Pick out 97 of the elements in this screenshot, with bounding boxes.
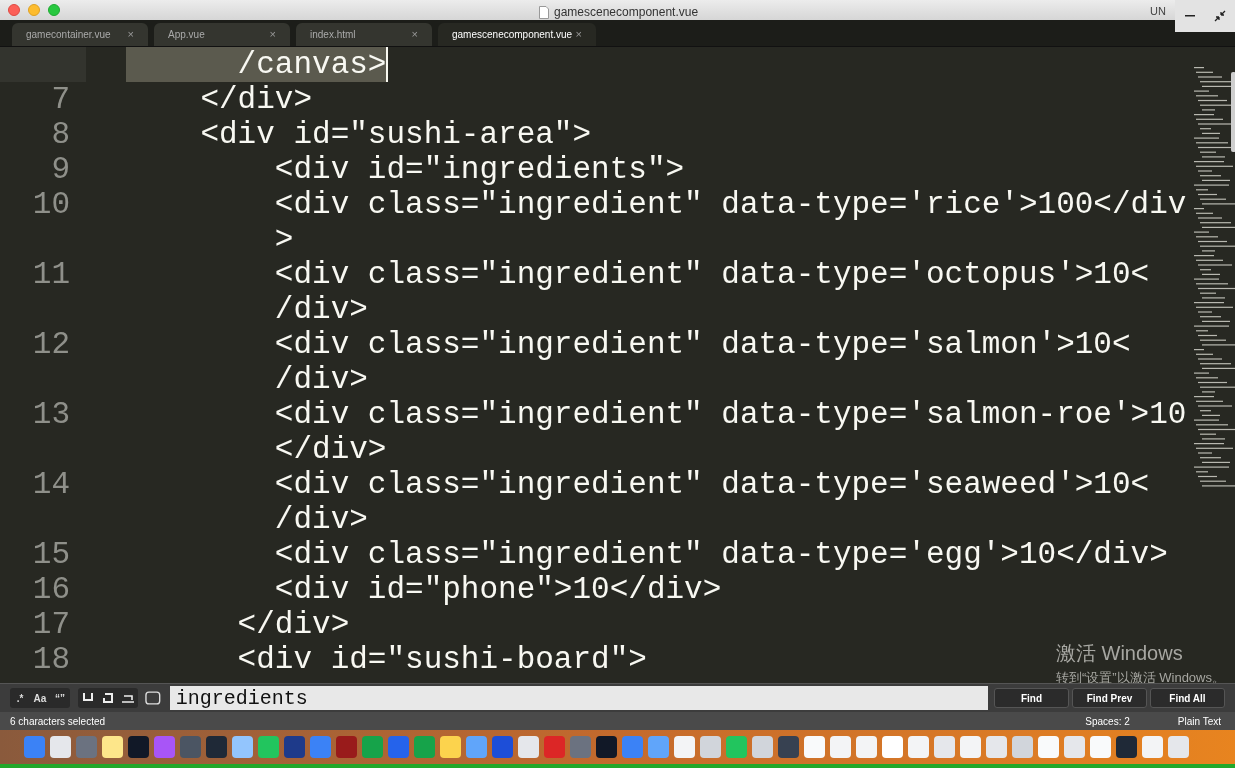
- app-icon[interactable]: [908, 736, 929, 758]
- code-line: </div>: [273, 432, 387, 467]
- app-icon[interactable]: [1064, 736, 1085, 758]
- app-icon[interactable]: [362, 736, 383, 758]
- line-number: 8: [51, 117, 70, 152]
- app-icon[interactable]: [934, 736, 955, 758]
- find-button[interactable]: Find: [994, 688, 1069, 708]
- tab-label: App.vue: [168, 28, 205, 42]
- code-line: <div class="ingredient" data-type='salmon'>10<: [273, 327, 1131, 362]
- indentation-status[interactable]: Spaces: 2: [1085, 713, 1130, 729]
- minimize-icon[interactable]: [1184, 14, 1196, 18]
- code-line: /div>: [273, 292, 368, 327]
- code-line: /div>: [273, 502, 368, 537]
- app-icon[interactable]: [466, 736, 487, 758]
- code-line: </div>: [199, 82, 313, 117]
- line-number: 12: [32, 327, 70, 362]
- app-icon[interactable]: [206, 736, 227, 758]
- app-icon[interactable]: [1012, 736, 1033, 758]
- app-icon[interactable]: [232, 736, 253, 758]
- line-number: 7: [51, 82, 70, 117]
- code-line: <div id="ingredients">: [273, 152, 685, 187]
- code-line: <div class="ingredient" data-type='octopus'>10<: [273, 257, 1150, 292]
- app-icon[interactable]: [102, 736, 123, 758]
- code-line: <div class="ingredient" data-type='egg'>10</div>: [273, 537, 1168, 572]
- app-icon[interactable]: [700, 736, 721, 758]
- app-icon[interactable]: [1116, 736, 1137, 758]
- find-button[interactable]: Find All: [1150, 688, 1225, 708]
- code-line: <div class="ingredient" data-type='seaweed'>10<: [273, 467, 1150, 502]
- app-icon[interactable]: [778, 736, 799, 758]
- tab-label: gamecontainer.vue: [26, 28, 111, 42]
- app-icon[interactable]: [882, 736, 903, 758]
- line-number: 17: [32, 607, 70, 642]
- code-line: <div id="phone">10</div>: [273, 572, 722, 607]
- app-icon[interactable]: [1038, 736, 1059, 758]
- app-icon[interactable]: [24, 736, 45, 758]
- tab-close-button[interactable]: ×: [127, 26, 134, 43]
- file-icon: [539, 5, 549, 19]
- app-icon[interactable]: [50, 736, 71, 758]
- file-tab[interactable]: index.html ×: [296, 23, 432, 46]
- tab-close-button[interactable]: ×: [575, 26, 582, 43]
- app-icon[interactable]: [674, 736, 695, 758]
- code-line: >: [273, 222, 294, 257]
- app-icon[interactable]: [830, 736, 851, 758]
- find-option-button[interactable]: Aa: [30, 688, 50, 708]
- tab-close-button[interactable]: ×: [411, 26, 418, 43]
- restore-icon[interactable]: [1214, 10, 1226, 22]
- app-icon[interactable]: [960, 736, 981, 758]
- line-number: 10: [32, 187, 70, 222]
- app-icon[interactable]: [284, 736, 305, 758]
- highlight-icon[interactable]: [144, 689, 162, 707]
- app-icon[interactable]: [518, 736, 539, 758]
- app-icon[interactable]: [1168, 736, 1189, 758]
- app-icon[interactable]: [752, 736, 773, 758]
- app-icon[interactable]: [336, 736, 357, 758]
- line-number: 14: [32, 467, 70, 502]
- line-number: 16: [32, 572, 70, 607]
- file-tab[interactable]: gamescenecomponent.vue ×: [438, 23, 596, 46]
- app-icon[interactable]: [1090, 736, 1111, 758]
- selection-status: 6 characters selected: [10, 714, 106, 729]
- file-tab[interactable]: App.vue ×: [154, 23, 290, 46]
- window-title: gamescenecomponent.vue: [554, 4, 699, 21]
- app-icon[interactable]: [986, 736, 1007, 758]
- line-number: 9: [51, 152, 70, 187]
- code-line: </div>: [236, 607, 350, 642]
- code-line: <div id="sushi-area">: [199, 117, 592, 152]
- app-icon[interactable]: [414, 736, 435, 758]
- app-icon[interactable]: [648, 736, 669, 758]
- code-line: /div>: [273, 362, 368, 397]
- app-icon[interactable]: [440, 736, 461, 758]
- line-number: 11: [32, 257, 70, 292]
- activation-title: 激活 Windows: [1056, 640, 1184, 666]
- app-icon[interactable]: [258, 736, 279, 758]
- line-number: 15: [32, 537, 70, 572]
- find-option-button[interactable]: “”: [50, 688, 70, 708]
- code-line: <div class="ingredient" data-type='salmon-roe'>10: [273, 397, 1187, 432]
- maximize-icon[interactable]: [48, 4, 60, 16]
- window-title-fragment: UN: [1150, 4, 1166, 19]
- code-line: <div id="sushi-board">: [236, 642, 647, 677]
- app-icon[interactable]: [596, 736, 617, 758]
- tab-close-button[interactable]: ×: [269, 26, 276, 43]
- syntax-status[interactable]: Plain Text: [1177, 713, 1221, 729]
- file-tab[interactable]: gamecontainer.vue ×: [12, 23, 148, 46]
- close-icon[interactable]: [8, 4, 20, 16]
- activation-subtitle: 转到“设置”以激活 Windows。: [1056, 668, 1225, 683]
- line-number: 13: [32, 397, 70, 432]
- app-icon[interactable]: [856, 736, 877, 758]
- find-input-field[interactable]: ingredients: [169, 686, 988, 710]
- app-icon[interactable]: [804, 736, 825, 758]
- code-line: <div class="ingredient" data-type='rice'>100</div: [273, 187, 1187, 222]
- tab-label: gamescenecomponent.vue: [452, 28, 573, 42]
- find-button[interactable]: Find Prev: [1072, 688, 1147, 708]
- app-icon[interactable]: [128, 736, 149, 758]
- app-icon[interactable]: [1142, 736, 1163, 758]
- tab-label: index.html: [310, 28, 356, 42]
- find-option-button[interactable]: .*: [10, 688, 30, 708]
- line-number: 18: [32, 642, 70, 677]
- app-icon[interactable]: [726, 736, 747, 758]
